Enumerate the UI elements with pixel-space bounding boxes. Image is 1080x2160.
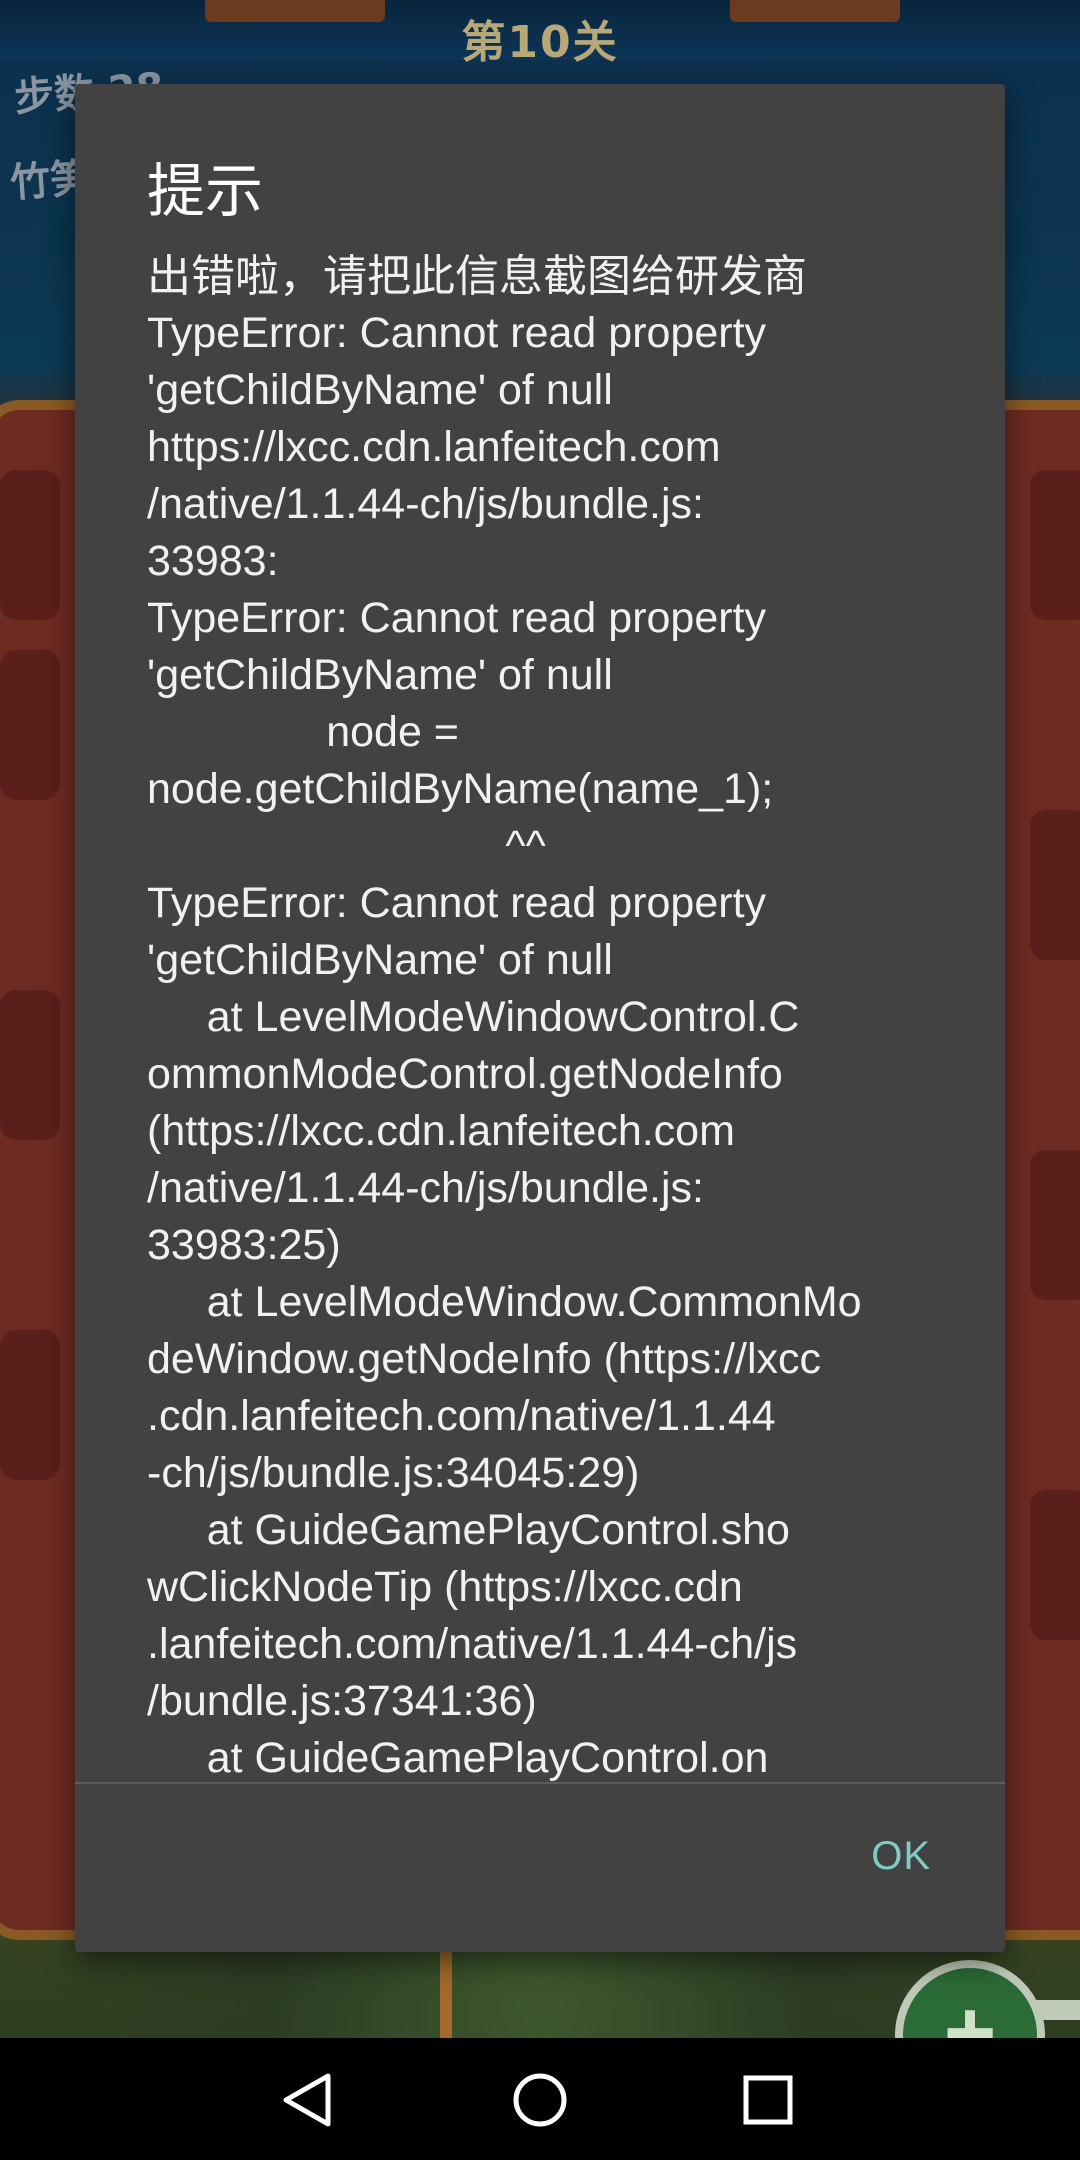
board-slot <box>0 650 60 800</box>
message-line: /native/1.1.44-ch/js/bundle.js: <box>147 480 704 528</box>
back-triangle-icon <box>283 2073 331 2127</box>
navigation-bar <box>0 2038 1080 2160</box>
message-line: 'getChildByName' of null <box>147 936 613 984</box>
message-line: at GuideGamePlayControl.sho <box>147 1506 790 1554</box>
ladder-post <box>440 1950 452 2040</box>
board-slot <box>0 1330 60 1480</box>
message-line: (https://lxcc.cdn.lanfeitech.com <box>147 1107 735 1155</box>
board-slot <box>1030 1490 1080 1640</box>
message-line: TypeError: Cannot read property <box>147 594 767 642</box>
message-line: at GuideGamePlayControl.on <box>147 1734 769 1782</box>
dialog-title: 提示 <box>147 157 264 225</box>
message-line: at LevelModeWindow.CommonMo <box>147 1278 862 1326</box>
message-line: ommonModeControl.getNodeInfo <box>147 1050 783 1098</box>
board-slot <box>1030 1150 1080 1300</box>
message-line: node = <box>147 708 459 756</box>
home-button[interactable] <box>500 2060 580 2140</box>
recents-square-icon <box>743 2075 793 2125</box>
message-line: .lanfeitech.com/native/1.1.44-ch/js <box>147 1620 798 1668</box>
level-title: 第10关 <box>461 17 619 68</box>
message-line: 33983: <box>147 537 279 585</box>
board-slot <box>1030 470 1080 620</box>
dialog-button-bar: OK <box>75 1784 1005 1952</box>
back-button[interactable] <box>268 2060 348 2140</box>
message-line: 33983:25) <box>147 1221 341 1269</box>
message-line: TypeError: Cannot read property <box>147 879 767 927</box>
message-line: /bundle.js:37341:36) <box>147 1677 537 1725</box>
message-line: wClickNodeTip (https://lxcc.cdn <box>147 1563 743 1611</box>
error-dialog: 提示 出错啦，请把此信息截图给研发商 TypeError: Cannot rea… <box>75 84 1005 1952</box>
board-slot <box>0 470 60 620</box>
home-circle-icon <box>513 2073 567 2127</box>
message-line: /native/1.1.44-ch/js/bundle.js: <box>147 1164 704 1212</box>
board-slot <box>0 990 60 1140</box>
message-line: TypeError: Cannot read property <box>147 309 767 357</box>
message-line: at LevelModeWindowControl.C <box>147 993 800 1041</box>
message-line: .cdn.lanfeitech.com/native/1.1.44 <box>147 1392 776 1440</box>
message-line: https://lxcc.cdn.lanfeitech.com <box>147 423 721 471</box>
ok-button[interactable]: OK <box>871 1834 931 1879</box>
message-line: ^^ <box>147 822 546 870</box>
board-slot <box>1030 810 1080 960</box>
message-line: -ch/js/bundle.js:34045:29) <box>147 1449 640 1497</box>
screen: 第10关 步数 28 竹笋 + 提示 出错啦，请把此信息截图给研发商 TypeE… <box>0 0 1080 2160</box>
message-line: node.getChildByName(name_1); <box>147 765 774 813</box>
message-line: 'getChildByName' of null <box>147 651 613 699</box>
dialog-message[interactable]: 出错啦，请把此信息截图给研发商 TypeError: Cannot read p… <box>147 248 967 1866</box>
recents-button[interactable] <box>728 2060 808 2140</box>
message-line: deWindow.getNodeInfo (https://lxcc <box>147 1335 822 1383</box>
message-line: 'getChildByName' of null <box>147 366 613 414</box>
message-line: 出错啦，请把此信息截图给研发商 <box>147 251 807 302</box>
